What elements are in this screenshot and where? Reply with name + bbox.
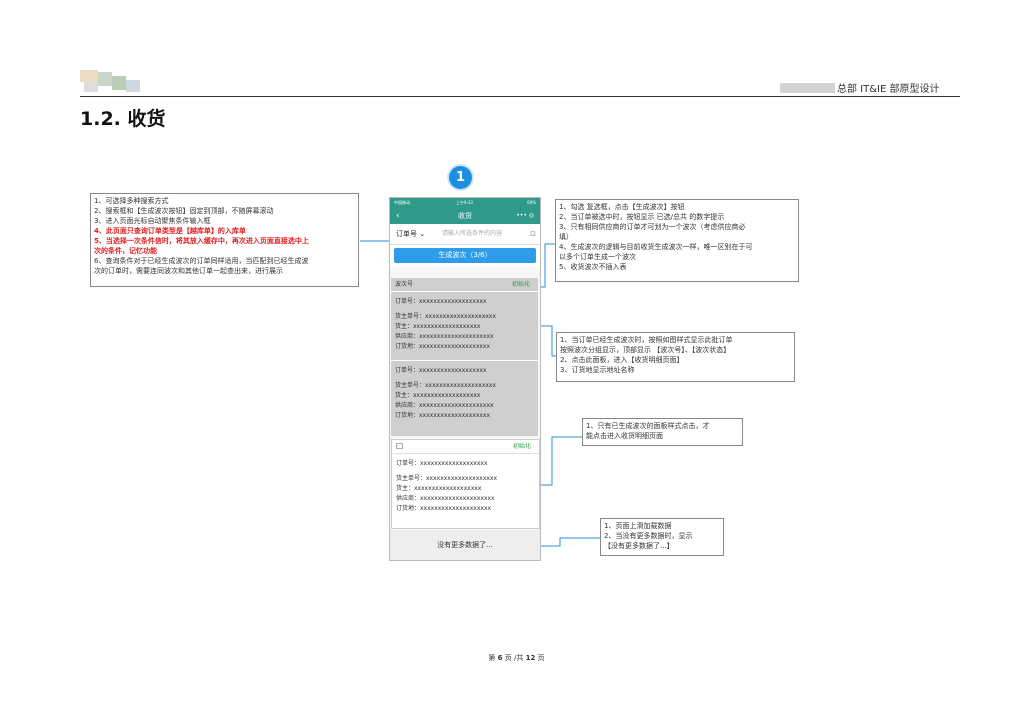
note-line: 1、页面上滑加载数据 [604, 522, 672, 530]
note-line: 1、勾选 复选框，点击【生成波次】按钮 [559, 203, 685, 211]
owner-order-no: 货主单号：xxxxxxxxxxxxxxxxxxxx [396, 475, 498, 482]
note-line: 1、只有已生成波次的面板样式点击，才 [586, 422, 710, 430]
note-line: 按照波次分组显示，顶部显示 【波次号】、【波次状态】 [560, 346, 731, 354]
wave-card-header: 波次号 初始化 [391, 278, 538, 292]
note-right3: 1、只有已生成波次的面板样式点击，才 能点击进入收货明细页面 [582, 418, 743, 446]
note-line: 4、生成波次的逻辑与目前收货生成波次一样，唯一区别在于可 [559, 243, 753, 251]
note-line: 【没有更多数据了...】 [604, 542, 674, 550]
supplier: 供应商：xxxxxxxxxxxxxxxxxxxxx [395, 402, 494, 409]
owner: 货主：xxxxxxxxxxxxxxxxxxx [395, 323, 481, 330]
order-card-header: ☐ 初始化 [392, 440, 539, 454]
button-row: 生成波次（3/6） [390, 245, 540, 267]
note-right4: 1、页面上滑加载数据 2、当没有更多数据时，显示 【没有更多数据了...】 [600, 518, 724, 556]
more-icon[interactable]: ••• ◎ [516, 208, 534, 224]
connector-right3 [540, 430, 584, 486]
connector-right2 [540, 325, 557, 357]
page-footer: 第 6 页 /共 12 页 [488, 654, 545, 662]
order-place: 订货地：xxxxxxxxxxxxxxxxxxxx [396, 505, 492, 512]
owner-order-no: 货主单号：xxxxxxxxxxxxxxxxxxxx [395, 313, 497, 320]
supplier: 供应商：xxxxxxxxxxxxxxxxxxxxx [396, 495, 495, 502]
current-page: 6 [497, 654, 503, 662]
battery: 69% [527, 200, 536, 205]
note-line: 3、进入页面光标自动聚焦条件输入框 [94, 217, 211, 225]
note-line: 5、收货波次不插入表 [559, 263, 627, 271]
owner: 货主：xxxxxxxxxxxxxxxxxxx [395, 392, 481, 399]
order-no: 订单号：xxxxxxxxxxxxxxxxxxx [395, 298, 487, 305]
note-line: 能点击进入收货明细页面 [586, 432, 663, 440]
order-card[interactable]: ☐ 初始化 订单号：xxxxxxxxxxxxxxxxxxx 货主单号：xxxxx… [391, 439, 540, 529]
no-more-data: 没有更多数据了... [390, 530, 540, 560]
note-line: 2、当没有更多数据时，显示 [604, 532, 693, 540]
note-line: 填） [559, 233, 573, 241]
generate-wave-button[interactable]: 生成波次（3/6） [394, 248, 536, 263]
status-bar: 中国移动 上午9:33 69% [390, 198, 540, 208]
step-badge: 1 [449, 166, 472, 189]
search-type-select[interactable]: 订单号 ⌄ [396, 224, 425, 244]
search-input[interactable]: 请输入所选条件的内容 [442, 224, 502, 244]
note-line: 3、只有相同供应商的订单才可划为一个波次（考虑供应商必 [559, 223, 746, 231]
scan-icon[interactable]: ⊡ [530, 224, 536, 244]
order-no: 订单号：xxxxxxxxxxxxxxxxxxx [396, 460, 488, 467]
order-place: 订货地：xxxxxxxxxxxxxxxxxxxx [395, 412, 491, 419]
order-checkbox[interactable]: ☐ [396, 442, 403, 451]
total-pages: 12 [525, 654, 536, 662]
wave-number-label: 波次号 [395, 281, 414, 288]
nav-bar: ‹ 收货 ••• ◎ [390, 208, 540, 224]
note-line: 1、当订单已经生成波次时，按照如图样式显示此批订单 [560, 336, 733, 344]
note-line: 次的订单时，需要连同波次和其他订单一起查出来，进行展示 [94, 267, 283, 275]
note-line: 4、此页面只查询订单类型是【越库单】的入库单 [94, 227, 246, 235]
note-line: 6、查询条件对于已经生成波次的订单同样适用，当匹配到已经生成波 [94, 257, 309, 265]
note-line: 2、搜索框和【生成波次按钮】固定到顶部，不随屏幕滚动 [94, 207, 274, 215]
wave-status: 初始化 [511, 281, 530, 288]
carrier: 中国移动 [394, 200, 410, 205]
note-line: 2、点击此面板，进入【收货明细页面】 [560, 356, 684, 364]
order-place: 订货地：xxxxxxxxxxxxxxxxxxxx [395, 343, 491, 350]
note-line: 2、当订单被选中时，按钮显示 已选/总共 的数字提示 [559, 213, 725, 221]
search-row: 订单号 ⌄ 请输入所选条件的内容 ⊡ [390, 224, 540, 245]
note-right2: 1、当订单已经生成波次时，按照如图样式显示此批订单 按照波次分组显示，顶部显示 【… [556, 332, 795, 382]
clock: 上午9:33 [456, 200, 473, 205]
supplier: 供应商：xxxxxxxxxxxxxxxxxxxxx [395, 333, 494, 340]
order-no: 订单号：xxxxxxxxxxxxxxxxxxx [395, 367, 487, 374]
note-line: 5、当选择一次条件信时，将其放入缓存中，再次进入页面直接选中上 [94, 237, 309, 245]
note-line: 以多个订单生成一个波次 [559, 253, 636, 261]
wave-card[interactable]: 波次号 初始化 订单号：xxxxxxxxxxxxxxxxxxx 货主单号：xxx… [391, 278, 538, 436]
note-left: 1、可选择多种搜索方式 2、搜索框和【生成波次按钮】固定到顶部，不随屏幕滚动 3、进… [90, 193, 359, 287]
note-line: 1、可选择多种搜索方式 [94, 197, 169, 205]
owner: 货主：xxxxxxxxxxxxxxxxxxx [396, 485, 482, 492]
note-line: 次的条件，记忆功能 [94, 247, 157, 255]
owner-order-no: 货主单号：xxxxxxxxxxxxxxxxxxxx [395, 382, 497, 389]
note-right1: 1、勾选 复选框，点击【生成波次】按钮 2、当订单被选中时，按钮显示 已选/总共 … [555, 199, 799, 282]
phone-mockup: 中国移动 上午9:33 69% ‹ 收货 ••• ◎ 订单号 ⌄ 请输入所选条件… [389, 197, 541, 561]
note-line: 3、订货地显示地址名称 [560, 366, 635, 374]
order-status: 初始化 [512, 443, 531, 450]
